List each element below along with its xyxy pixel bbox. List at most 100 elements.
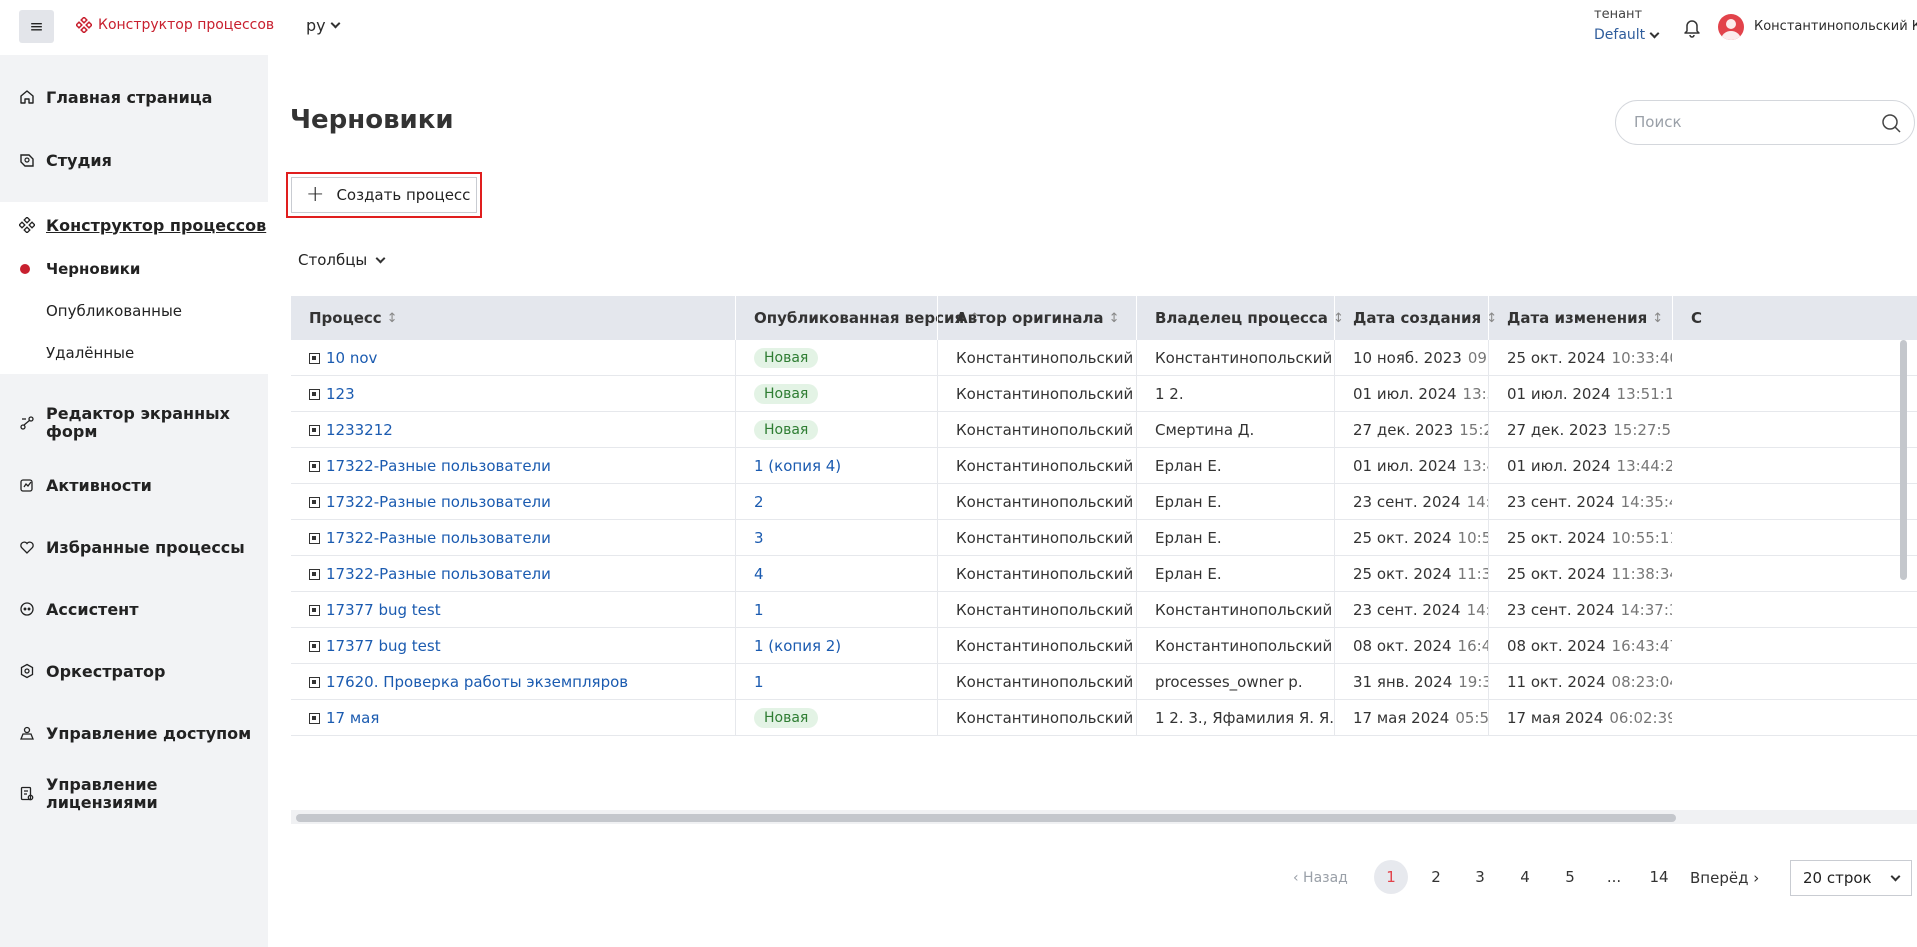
version-link[interactable]: 2 bbox=[754, 493, 764, 511]
search-input[interactable] bbox=[1634, 113, 1874, 131]
column-header-owner[interactable]: Владелец процесса ↕ bbox=[1136, 296, 1344, 340]
scroll-thumb[interactable] bbox=[296, 814, 1676, 822]
version-link[interactable]: 3 bbox=[754, 529, 764, 547]
created-time: 13:5... bbox=[1462, 385, 1488, 403]
processes-table: Процесс ↕ Опубликованная версия ↕ Автор ор… bbox=[291, 296, 1917, 830]
process-link[interactable]: 17 мая bbox=[326, 709, 379, 727]
table-row[interactable]: 17 мая Новая Константинопольский К. К. 1 2.… bbox=[291, 700, 1917, 736]
table-row[interactable]: 17322-Разные пользователи 1 (копия 4) Конс… bbox=[291, 448, 1917, 484]
sidebar-item-process-constructor[interactable]: Конструктор процессов bbox=[0, 202, 268, 248]
process-link[interactable]: 17377 bug test bbox=[326, 637, 441, 655]
sidebar-item-form-editor[interactable]: Редактор экранных форм bbox=[0, 401, 268, 445]
sidebar-item-favorites[interactable]: Избранные процессы bbox=[0, 532, 268, 562]
table-row[interactable]: 17377 bug test 1 (копия 2) Константинополь… bbox=[291, 628, 1917, 664]
pagination-page[interactable]: 5 bbox=[1553, 860, 1587, 894]
table-cell: 2 bbox=[735, 484, 937, 520]
sort-icon[interactable]: ↕ bbox=[1652, 311, 1663, 326]
process-link[interactable]: 10 nov bbox=[326, 349, 377, 367]
process-link[interactable]: 1233212 bbox=[326, 421, 393, 439]
process-link[interactable]: 17377 bug test bbox=[326, 601, 441, 619]
sidebar-item-licenses[interactable]: Управление лицензиями bbox=[0, 772, 268, 816]
version-link[interactable]: 1 (копия 4) bbox=[754, 457, 841, 475]
create-process-button[interactable]: + Создать процесс bbox=[291, 177, 477, 213]
pagination-page[interactable]: 3 bbox=[1463, 860, 1497, 894]
table-cell: 17377 bug test bbox=[291, 628, 735, 664]
sidebar-item-orchestrator[interactable]: Оркестратор bbox=[0, 656, 268, 686]
column-header-created[interactable]: Дата создания ↕ bbox=[1334, 296, 1497, 340]
bell-icon[interactable] bbox=[1681, 16, 1703, 38]
table-cell: 123 bbox=[291, 376, 735, 412]
table-cell: 4 bbox=[735, 556, 937, 592]
sort-icon[interactable]: ↕ bbox=[387, 311, 398, 326]
scroll-thumb[interactable] bbox=[1900, 340, 1907, 580]
column-header-author[interactable]: Автор оригинала ↕ bbox=[937, 296, 1136, 340]
rows-per-page-select[interactable]: 20 строк bbox=[1790, 860, 1912, 896]
table-header: Процесс ↕ Опубликованная версия ↕ Автор ор… bbox=[291, 296, 1917, 340]
version-link[interactable]: 1 bbox=[754, 673, 764, 691]
column-header-extra[interactable]: С bbox=[1672, 296, 1732, 340]
table-cell: Константинопольский К. К. bbox=[1136, 340, 1334, 376]
hamburger-icon[interactable]: ≡ bbox=[19, 10, 54, 43]
search-box[interactable] bbox=[1615, 100, 1915, 145]
version-link[interactable]: 1 (копия 2) bbox=[754, 637, 841, 655]
vertical-scrollbar[interactable] bbox=[1898, 340, 1908, 810]
table-row[interactable]: 1233212 Новая Константинопольский К. К. Сме… bbox=[291, 412, 1917, 448]
sidebar-item-access[interactable]: Управление доступом bbox=[0, 718, 268, 748]
table-cell: 23 сент. 2024 14:35:46 bbox=[1488, 484, 1672, 520]
pagination-page[interactable]: 14 bbox=[1642, 860, 1676, 894]
columns-dropdown[interactable]: Столбцы bbox=[298, 251, 386, 269]
sidebar-subitem-label: Черновики bbox=[46, 260, 141, 278]
sort-icon[interactable]: ↕ bbox=[1109, 311, 1120, 326]
process-link[interactable]: 17322-Разные пользователи bbox=[326, 457, 551, 475]
pagination-page[interactable]: 1 bbox=[1374, 860, 1408, 894]
sidebar-subitem-published[interactable]: Опубликованные bbox=[0, 290, 268, 332]
avatar[interactable] bbox=[1718, 14, 1744, 40]
horizontal-scrollbar[interactable] bbox=[291, 810, 1917, 824]
table-cell: 17322-Разные пользователи bbox=[291, 448, 735, 484]
column-header-version[interactable]: Опубликованная версия ↕ bbox=[735, 296, 980, 340]
table-row[interactable]: 17620. Проверка работы экземпляров 1 Конст… bbox=[291, 664, 1917, 700]
pagination-page[interactable]: 2 bbox=[1419, 860, 1453, 894]
owner-cell: Константинопольский К. К. bbox=[1155, 637, 1334, 655]
tenant-value-wrap[interactable]: Default bbox=[1594, 27, 1660, 43]
language-select[interactable]: ру bbox=[306, 16, 341, 35]
version-link[interactable]: 4 bbox=[754, 565, 764, 583]
search-icon[interactable] bbox=[1880, 112, 1902, 134]
created-time: 16:4... bbox=[1457, 637, 1488, 655]
table-row[interactable]: 17377 bug test 1 Константинопольский К. К.… bbox=[291, 592, 1917, 628]
table-row[interactable]: 123 Новая Константинопольский К. К. 1 2. 01 … bbox=[291, 376, 1917, 412]
create-process-label: Создать процесс bbox=[336, 186, 471, 204]
tenant-select[interactable]: тенант Default bbox=[1594, 7, 1660, 43]
process-constructor-icon bbox=[18, 216, 36, 234]
process-link[interactable]: 17620. Проверка работы экземпляров bbox=[326, 673, 628, 691]
column-header-modified[interactable]: Дата изменения ↕ bbox=[1488, 296, 1672, 340]
column-header-process[interactable]: Процесс ↕ bbox=[291, 296, 735, 340]
pagination-prev[interactable]: ‹ Назад bbox=[1293, 860, 1348, 896]
table-row[interactable]: 17322-Разные пользователи 4 Константинопол… bbox=[291, 556, 1917, 592]
modified-time: 15:27:58 bbox=[1613, 421, 1672, 439]
version-link[interactable]: 1 bbox=[754, 601, 764, 619]
sidebar-subitem-deleted[interactable]: Удалённые bbox=[0, 332, 268, 374]
table-row[interactable]: 10 nov Новая Константинопольский К. К. Конс… bbox=[291, 340, 1917, 376]
owner-cell: Смертина Д. bbox=[1155, 421, 1255, 439]
sidebar-item-assistant[interactable]: Ассистент bbox=[0, 594, 268, 624]
table-row[interactable]: 17322-Разные пользователи 2 Константинопол… bbox=[291, 484, 1917, 520]
process-link[interactable]: 17322-Разные пользователи bbox=[326, 493, 551, 511]
sidebar-subitem-drafts[interactable]: Черновики bbox=[0, 248, 268, 290]
user-name[interactable]: Константинопольский К. bbox=[1754, 19, 1917, 34]
app-logo[interactable]: Конструктор процессов bbox=[76, 17, 274, 33]
process-link[interactable]: 17322-Разные пользователи bbox=[326, 529, 551, 547]
sidebar-item-home[interactable]: Главная страница bbox=[0, 82, 268, 112]
sidebar-item-studio[interactable]: Студия bbox=[0, 145, 268, 175]
process-link[interactable]: 17322-Разные пользователи bbox=[326, 565, 551, 583]
process-link[interactable]: 123 bbox=[326, 385, 355, 403]
sidebar-item-label: Редактор экранных форм bbox=[46, 404, 230, 441]
author-cell: Константинопольский К. К. bbox=[956, 637, 1136, 655]
plus-icon: + bbox=[306, 182, 325, 207]
table-row[interactable]: 17322-Разные пользователи 3 Константинопол… bbox=[291, 520, 1917, 556]
pagination-page[interactable]: 4 bbox=[1508, 860, 1542, 894]
table-cell: 17 мая 2024 05:59... bbox=[1334, 700, 1488, 736]
table-cell: Константинопольский К. К. bbox=[1136, 628, 1334, 664]
sidebar-item-activities[interactable]: Активности bbox=[0, 470, 268, 500]
pagination-next[interactable]: Вперёд › bbox=[1690, 860, 1759, 896]
